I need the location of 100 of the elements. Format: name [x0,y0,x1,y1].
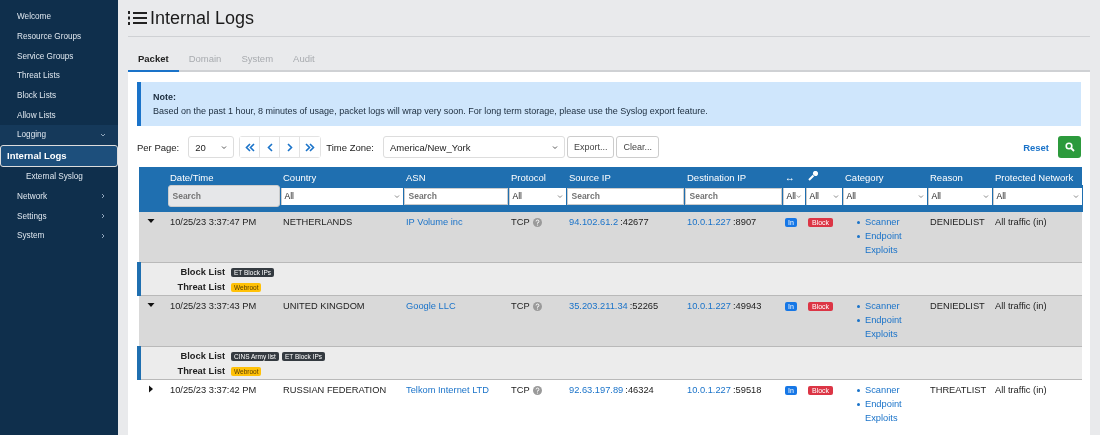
wrench-icon [808,171,818,181]
table-cell: TCP [511,385,530,395]
ip-link[interactable]: 10.0.1.227 [687,301,731,311]
ip-link[interactable]: 92.63.197.89 [569,385,624,395]
port-text: :49943 [732,301,762,311]
column-header: ↔ [785,171,795,183]
chevron-right-icon [100,193,106,200]
time-zone-select[interactable]: America/New_York [382,136,565,158]
port-text: :52265 [629,301,659,311]
chevron-down-icon [393,193,400,199]
sidebar-item[interactable]: Logging [0,125,118,145]
toolbar-button[interactable]: Clear... [616,136,659,158]
chevron-right-icon [100,232,106,239]
sidebar-item[interactable]: Resource Groups [0,26,118,47]
ip-link[interactable]: 94.102.61.2 [569,217,619,227]
bullet-icon [857,403,860,406]
time-zone-label: Time Zone: [326,141,374,153]
caret-down-icon[interactable] [147,301,155,309]
table-cell: THREATLIST [930,385,987,395]
toolbar-button[interactable]: Export... [566,136,615,158]
bullet-icon [857,305,860,308]
ip-link[interactable]: 10.0.1.227 [687,217,731,227]
column-header: Protected Network [995,171,1074,183]
caret-right-icon[interactable] [147,385,155,393]
asn-link[interactable]: Telkom Internet LTD [406,385,489,395]
column-header: Protocol [511,171,546,183]
filter-select[interactable]: All [842,187,927,205]
help-icon [532,217,542,227]
chevron-left-icon [266,142,273,152]
filter-select[interactable]: All [280,187,403,205]
chevron-down-icon [551,144,558,150]
category-link[interactable]: Scanner [865,215,900,229]
help-icon [532,301,542,311]
table-cell: NETHERLANDS [283,217,353,227]
sidebar-item[interactable]: System [0,225,118,246]
bullet-icon [857,319,860,322]
sidebar-item[interactable]: Settings [0,206,118,226]
port-text: :59518 [732,385,762,395]
table-cell: RUSSIAN FEDERATION [283,385,387,395]
table-cell: 10/25/23 3:37:42 PM [170,385,257,395]
caret-down-icon[interactable] [147,217,155,225]
table-cell: 10/25/23 3:37:47 PM [170,217,257,227]
category-link[interactable]: Endpoint Exploits [865,313,924,341]
ip-link[interactable]: 35.203.211.34 [569,301,628,311]
sidebar-item[interactable]: Allow Lists [0,105,118,126]
chevron-right-icon [286,142,293,152]
page-title: Internal Logs [150,7,255,29]
table-cell: DENIEDLIST [930,217,985,227]
category-link[interactable]: Scanner [865,299,900,313]
chevron-down-icon [917,193,924,199]
chevron-down-icon [832,193,839,199]
category-link[interactable]: Endpoint Exploits [865,229,924,257]
table-cell: All traffic (in) [995,217,1047,227]
double-chevron-left-icon [244,142,255,152]
note-text: Based on the past 1 hour, 8 minutes of usage, packet logs will wrap very soon. For long term storage, please use the Syslog export feature. [153,105,709,118]
sidebar-subitem[interactable]: External Syslog [0,166,118,187]
search-field[interactable]: Search [684,187,782,205]
column-header: Reason [930,171,963,183]
sidebar-subitem[interactable]: Internal Logs [0,144,118,167]
ip-link[interactable]: 10.0.1.227 [687,385,731,395]
filter-select[interactable]: All [805,187,842,205]
table-cell: UNITED KINGDOM [283,301,365,311]
sidebar-item[interactable]: Welcome [0,7,118,27]
search-field[interactable]: Search [566,187,684,205]
detail-label: Threat List [177,282,225,292]
table-cell: TCP [511,301,530,311]
table-cell: All traffic (in) [995,385,1047,395]
port-text: :42677 [620,217,649,227]
sidebar-item[interactable]: Network [0,186,118,207]
first-page-button[interactable] [240,137,261,157]
chevron-down-icon [556,193,563,199]
reset-link[interactable]: Reset [1019,141,1053,153]
sidebar-item[interactable]: Block Lists [0,85,118,106]
per-page-select[interactable]: 20 [188,136,235,158]
category-link[interactable]: Endpoint Exploits [865,397,924,425]
category-link[interactable]: Scanner [865,383,900,397]
asn-link[interactable]: Google LLC [406,301,456,311]
chevron-down-icon [795,193,802,199]
filter-select[interactable]: All [782,187,805,205]
sidebar-item[interactable]: Service Groups [0,46,118,67]
search-icon [1064,142,1075,152]
port-text: :46324 [625,385,654,395]
filter-select[interactable]: All [992,187,1082,205]
chevron-down-icon [1072,193,1079,199]
table-cell: TCP [511,217,530,227]
search-field[interactable]: Search [403,187,508,205]
column-header: Date/Time [170,171,214,183]
detail-label: Block List [180,267,225,277]
table-cell: All traffic (in) [995,301,1047,311]
filter-select[interactable]: All [927,187,992,205]
filter-select[interactable]: All [508,187,566,205]
asn-link[interactable]: IP Volume inc [406,217,463,227]
table-cell: 10/25/23 3:37:43 PM [170,301,257,311]
column-header: Source IP [569,171,611,183]
chevron-down-icon [100,131,106,138]
search-button[interactable] [1058,136,1081,158]
sidebar-item[interactable]: Threat Lists [0,66,118,86]
bullet-icon [857,235,860,238]
column-header: Category [845,171,884,183]
column-header: Country [283,171,317,183]
